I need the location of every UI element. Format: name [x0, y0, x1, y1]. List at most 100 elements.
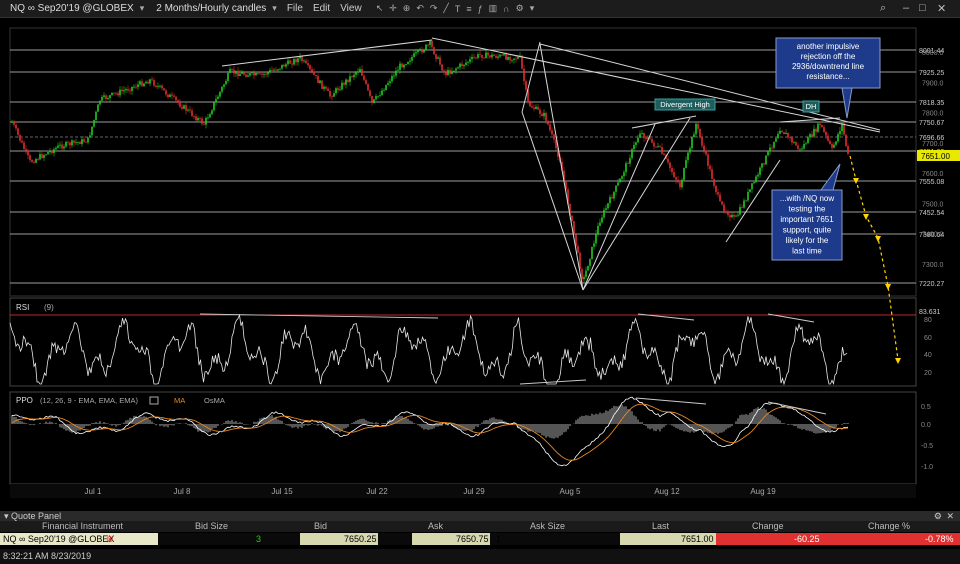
price-tick: 7300.0 — [922, 262, 944, 269]
minimize-button[interactable]: – — [903, 2, 909, 14]
ppo-hist-bar — [641, 422, 643, 424]
search-icon[interactable]: ⌕ — [880, 2, 886, 15]
ppo-hist-bar — [481, 422, 483, 424]
chevron-down-icon[interactable]: ▾ — [272, 3, 277, 14]
candle-body — [689, 148, 691, 153]
candle-body — [721, 201, 723, 205]
ppo-hist-bar — [425, 424, 427, 430]
crosshair-icon[interactable]: ✛ — [389, 3, 397, 14]
collapse-icon[interactable]: ▾ — [4, 511, 11, 521]
ppo-hist-bar — [239, 422, 241, 424]
col-bid-size[interactable]: Bid Size — [195, 521, 228, 532]
menu-file[interactable]: File — [287, 3, 303, 14]
candle-body — [479, 54, 481, 55]
symbol-label[interactable]: NQ ∞ Sep20'19 @GLOBEX — [10, 3, 134, 14]
redo-icon[interactable]: ↷ — [430, 3, 438, 14]
chart-type-icon[interactable]: ▥ — [489, 3, 498, 14]
ppo-hist-bar — [171, 424, 173, 426]
ppo-hist-bar — [299, 424, 301, 427]
dh-text: DH — [806, 102, 817, 111]
col-ask[interactable]: Ask — [428, 521, 443, 532]
candle-body — [817, 123, 819, 132]
cursor-icon[interactable]: ↖ — [376, 3, 384, 14]
chevron-down-icon[interactable]: ▾ — [140, 3, 145, 14]
candle-body — [29, 155, 31, 161]
zoom-icon[interactable]: ⊕ — [403, 3, 411, 14]
candle-body — [297, 58, 299, 63]
candle-body — [599, 222, 601, 226]
gear-icon[interactable]: ⚙ — [516, 3, 524, 14]
ppo-hist-bar — [151, 421, 153, 424]
candle-body — [163, 88, 165, 91]
candle-body — [15, 124, 17, 129]
candle-body — [701, 137, 703, 146]
candle-body — [233, 69, 235, 74]
candle-body — [585, 270, 587, 277]
candle-body — [791, 137, 793, 143]
divergent-high-text: Divergent High — [660, 100, 710, 109]
candle-body — [413, 53, 415, 58]
col-change-pct[interactable]: Change % — [868, 521, 910, 532]
candle-body — [423, 49, 425, 53]
candle-body — [399, 63, 401, 70]
candle-body — [507, 56, 509, 60]
ppo-hist-bar — [565, 424, 567, 432]
candle-body — [717, 192, 719, 195]
interval-label[interactable]: 2 Months/Hourly candles — [156, 3, 266, 14]
candle-body — [729, 215, 731, 218]
ppo-hist-bar — [783, 423, 785, 424]
quote-panel-title[interactable]: ▾ Quote Panel ✕ ⚙ — [0, 511, 960, 521]
close-icon[interactable]: ✕ — [946, 511, 954, 521]
ppo-hist-bar — [643, 424, 645, 426]
candle-body — [17, 128, 19, 135]
candle-body — [733, 214, 735, 217]
undo-icon[interactable]: ↶ — [416, 3, 424, 14]
ppo-hist-bar — [559, 424, 561, 436]
close-button[interactable]: ✕ — [937, 2, 946, 15]
candle-body — [403, 64, 405, 68]
price-tick: 7800.0 — [922, 111, 944, 118]
col-change[interactable]: Change — [752, 521, 784, 532]
col-bid[interactable]: Bid — [314, 521, 327, 532]
candle-body — [825, 131, 827, 136]
candle-body — [807, 137, 809, 144]
quote-row[interactable]: NQ ∞ Sep20'19 @GLOBEX ⊗ 3 7650.25 7650.7… — [0, 533, 960, 545]
candle-body — [361, 69, 363, 76]
gear-icon[interactable]: ⚙ — [934, 511, 942, 521]
ppo-hist-bar — [761, 409, 763, 424]
candle-body — [671, 168, 673, 173]
candle-body — [225, 80, 227, 85]
ppo-hist-bar — [597, 414, 599, 424]
maximize-button[interactable]: □ — [919, 2, 926, 14]
instrument-name[interactable]: NQ ∞ Sep20'19 @GLOBEX — [3, 533, 114, 545]
ppo-hist-bar — [621, 404, 623, 424]
candle-body — [153, 80, 155, 86]
menu-view[interactable]: View — [340, 3, 362, 14]
candle-body — [667, 158, 669, 163]
candle-body — [87, 137, 89, 143]
line-tool-icon[interactable]: ╱ — [443, 3, 448, 14]
ppo-hist-bar — [561, 424, 563, 435]
magnet-icon[interactable]: ∩ — [503, 4, 509, 14]
col-last[interactable]: Last — [652, 521, 669, 532]
ppo-hist-bar — [191, 424, 193, 427]
remove-icon[interactable]: ⊗ — [106, 533, 114, 545]
candle-body — [425, 44, 427, 50]
rsi-tick: 40 — [924, 352, 932, 359]
chart-canvas[interactable]: 8001.447925.257818.357750.677696.667651.… — [0, 18, 960, 498]
fib-tool-icon[interactable]: ≡ — [466, 4, 471, 14]
ppo-hist-bar — [231, 419, 233, 424]
chevron-down-icon[interactable]: ▾ — [530, 3, 535, 14]
candle-body — [779, 130, 781, 134]
menu-edit[interactable]: Edit — [313, 3, 330, 14]
indicator-icon[interactable]: ƒ — [478, 4, 483, 14]
candle-body — [219, 91, 221, 97]
candle-body — [331, 96, 333, 98]
candle-body — [359, 69, 361, 72]
candle-body — [135, 86, 137, 88]
candle-body — [509, 56, 511, 61]
text-tool-icon[interactable]: T — [455, 4, 461, 14]
candle-body — [643, 133, 645, 139]
col-ask-size[interactable]: Ask Size — [530, 521, 565, 532]
col-instrument[interactable]: Financial Instrument — [42, 521, 123, 532]
